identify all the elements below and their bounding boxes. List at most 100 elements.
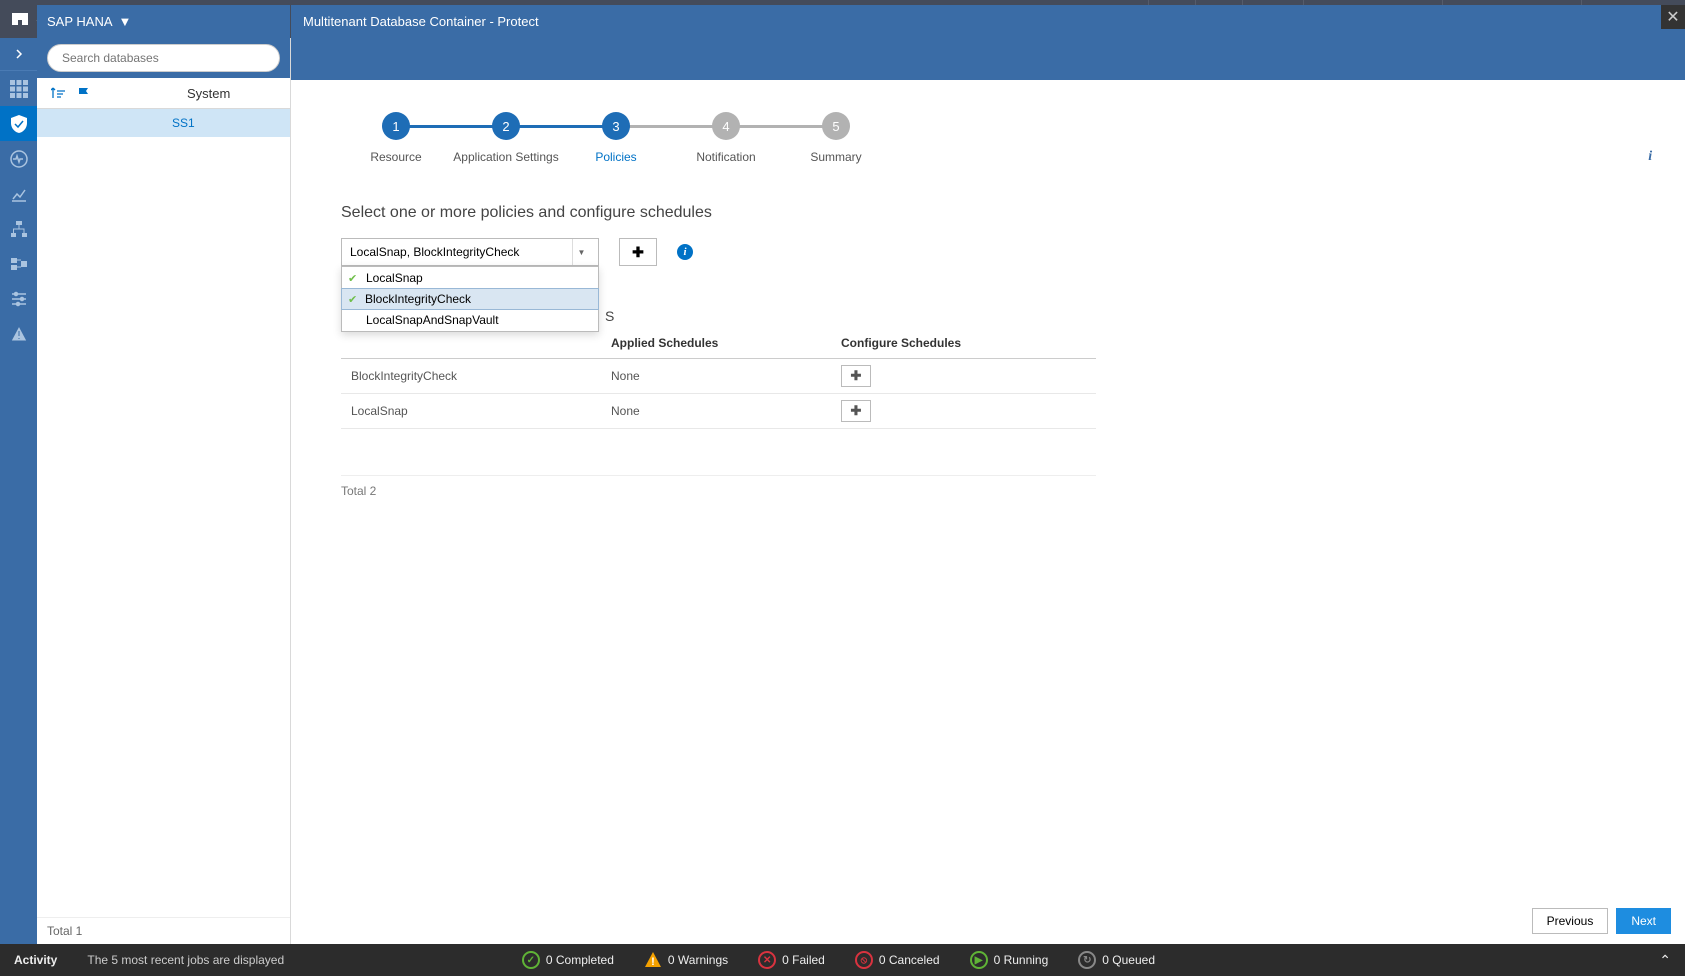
sliders-icon [10, 290, 28, 308]
step-label: Policies [595, 150, 636, 164]
main-content: Multitenant Database Container - Protect… [291, 38, 1685, 944]
queue-circle-icon: ↻ [1078, 951, 1096, 969]
step-application-settings[interactable]: 2 Application Settings [451, 112, 561, 164]
add-schedule-button[interactable]: ✚ [841, 365, 871, 387]
context-dropdown-toggle[interactable]: ▼ [119, 14, 132, 29]
policy-dropdown[interactable]: LocalSnap, BlockIntegrityCheck ▼ ✔ Local… [341, 238, 599, 266]
sort-icon[interactable] [51, 86, 65, 100]
search-input[interactable] [47, 44, 280, 72]
x-circle-icon: ✕ [758, 951, 776, 969]
dropdown-option[interactable]: LocalSnapAndSnapVault [342, 309, 598, 331]
alert-icon [10, 325, 28, 343]
list-row[interactable]: SS1 [37, 109, 290, 137]
step-resource[interactable]: 1 Resource [341, 112, 451, 164]
side-panel: SAP HANA ▼ System SS1 Total 1 [37, 38, 291, 944]
option-label: LocalSnap [366, 271, 423, 285]
hierarchy-icon [10, 220, 28, 238]
step-number: 2 [492, 112, 520, 140]
flag-icon[interactable] [77, 86, 91, 100]
pulse-icon [10, 150, 28, 168]
step-number: 3 [602, 112, 630, 140]
details-label: Details [1633, 172, 1667, 184]
chevron-down-icon: ▼ [572, 239, 590, 265]
dropdown-option[interactable]: ✔ BlockIntegrityCheck [341, 288, 599, 310]
nav-hosts[interactable] [0, 211, 37, 246]
context-label: SAP HANA [47, 14, 113, 29]
check-icon: ✔ [348, 293, 357, 306]
chart-icon [10, 185, 28, 203]
table-header-applied: Applied Schedules [601, 328, 831, 359]
nav-storage[interactable] [0, 246, 37, 281]
storage-icon [10, 255, 28, 273]
nav-toggle[interactable] [0, 38, 37, 71]
policy-name-cell: LocalSnap [341, 394, 601, 429]
step-label: Notification [696, 150, 755, 164]
step-notification: 4 Notification [671, 112, 781, 164]
option-label: BlockIntegrityCheck [365, 292, 471, 306]
expand-activity-button[interactable]: ⌃ [1659, 952, 1671, 969]
step-label: Application Settings [453, 150, 558, 164]
nav-monitor[interactable] [0, 141, 37, 176]
page-title: Multitenant Database Container - Protect [303, 14, 539, 29]
shield-icon [10, 115, 28, 133]
svg-text:!: ! [651, 956, 655, 968]
activity-desc: The 5 most recent jobs are displayed [87, 953, 284, 967]
add-policy-button[interactable]: ✚ [619, 238, 657, 266]
step-summary: 5 Summary [781, 112, 891, 164]
list-header: System [37, 78, 290, 109]
nav-reports[interactable] [0, 176, 37, 211]
status-failed[interactable]: ✕ 0 Failed [758, 951, 825, 969]
info-icon[interactable]: i [677, 244, 693, 260]
grid-icon [10, 80, 28, 98]
table-total: Total 2 [341, 475, 1096, 498]
dropdown-value: LocalSnap, BlockIntegrityCheck [350, 245, 519, 259]
activity-label: Activity [14, 953, 57, 967]
check-circle-icon: ✓ [522, 951, 540, 969]
netapp-logo-icon [12, 11, 28, 27]
status-warnings[interactable]: ! 0 Warnings [644, 951, 728, 969]
chevron-right-icon [14, 49, 24, 59]
step-number: 4 [712, 112, 740, 140]
applied-cell: None [601, 359, 831, 394]
nav-dashboard[interactable] [0, 71, 37, 106]
activity-bar: Activity The 5 most recent jobs are disp… [0, 944, 1685, 976]
table-row: BlockIntegrityCheck None ✚ [341, 359, 1096, 394]
nav-settings[interactable] [0, 281, 37, 316]
step-number: 1 [382, 112, 410, 140]
dropdown-option[interactable]: ✔ LocalSnap [342, 267, 598, 289]
play-circle-icon: ▶ [970, 951, 988, 969]
nav-alerts[interactable] [0, 316, 37, 351]
side-total: Total 1 [37, 917, 290, 944]
previous-button[interactable]: Previous [1532, 908, 1609, 934]
nav-resources[interactable] [0, 106, 37, 141]
step-label: Summary [810, 150, 861, 164]
details-button[interactable]: i Details [1633, 146, 1667, 184]
step-policies[interactable]: 3 Policies [561, 112, 671, 164]
option-label: LocalSnapAndSnapVault [366, 313, 499, 327]
policy-name-cell: BlockIntegrityCheck [341, 359, 601, 394]
section-heading: Select one or more policies and configur… [341, 204, 1635, 222]
info-icon: i [1639, 146, 1661, 168]
status-queued[interactable]: ↻ 0 Queued [1078, 951, 1155, 969]
step-number: 5 [822, 112, 850, 140]
next-button[interactable]: Next [1616, 908, 1671, 934]
partial-text: S [605, 308, 1685, 324]
list-header-label: System [187, 86, 230, 101]
cancel-circle-icon: ⦸ [855, 951, 873, 969]
table-row: LocalSnap None ✚ [341, 394, 1096, 429]
applied-cell: None [601, 394, 831, 429]
add-schedule-button[interactable]: ✚ [841, 400, 871, 422]
schedules-table: Applied Schedules Configure Schedules Bl… [341, 328, 1096, 429]
status-completed[interactable]: ✓ 0 Completed [522, 951, 614, 969]
table-header-configure: Configure Schedules [831, 328, 1096, 359]
wizard-stepper: 1 Resource 2 Application Settings 3 Poli… [341, 112, 1635, 164]
left-nav [0, 38, 37, 944]
check-icon: ✔ [348, 272, 357, 285]
table-header [341, 328, 601, 359]
status-running[interactable]: ▶ 0 Running [970, 951, 1049, 969]
close-button[interactable]: ✕ [1661, 5, 1685, 29]
dropdown-options: ✔ LocalSnap ✔ BlockIntegrityCheck LocalS… [341, 266, 599, 332]
list-row-label: SS1 [172, 116, 195, 130]
step-label: Resource [370, 150, 421, 164]
status-canceled[interactable]: ⦸ 0 Canceled [855, 951, 940, 969]
